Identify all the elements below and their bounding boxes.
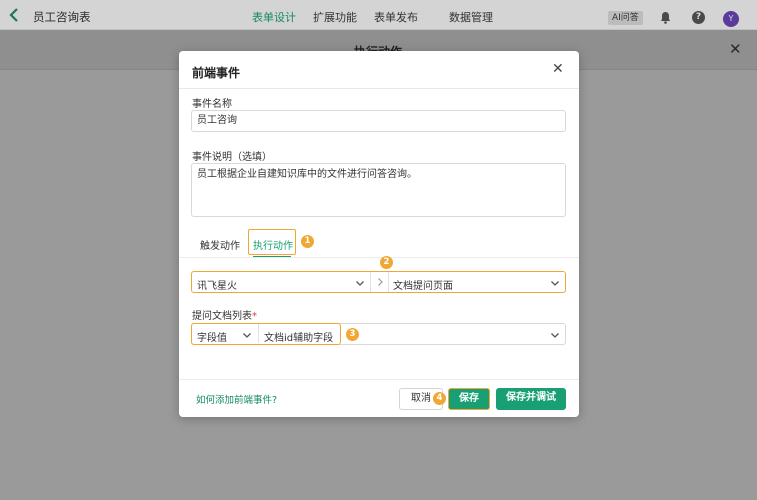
help-icon[interactable]: ? [692, 11, 705, 24]
panel-close-icon[interactable]: ✕ [729, 42, 742, 57]
doclist-label-text: 提问文档列表 [192, 311, 252, 322]
event-name-input[interactable]: 员工咨询 [191, 110, 566, 132]
save-button[interactable]: 保存 [448, 388, 490, 410]
frontend-event-dialog: 前端事件 ✕ 事件名称 员工咨询 事件说明（选填） 员工根据企业自建知识库中的文… [179, 51, 579, 417]
step-badge-2: 2 [380, 256, 393, 269]
event-name-label: 事件名称 [192, 99, 232, 110]
nav-data-management[interactable]: 数据管理 [449, 9, 493, 25]
main-nav: 表单设计 扩展功能 表单发布 数据管理 [252, 9, 510, 25]
chevron-right-icon [375, 277, 385, 287]
close-icon[interactable]: ✕ [552, 62, 564, 76]
chevron-down-icon[interactable] [355, 278, 365, 288]
chevron-down-icon[interactable] [242, 330, 252, 340]
divider [388, 272, 389, 292]
event-desc-value: 员工根据企业自建知识库中的文件进行问答咨询。 [197, 169, 417, 180]
nav-form-design[interactable]: 表单设计 [252, 9, 296, 25]
help-link[interactable]: 如何添加前端事件? [196, 392, 277, 406]
event-desc-label: 事件说明（选填） [192, 152, 272, 163]
save-and-debug-button[interactable]: 保存并调试 [496, 388, 566, 410]
ai-qa-button[interactable]: AI问答 [608, 11, 643, 25]
step-badge-3: 3 [346, 328, 359, 341]
dialog-title: 前端事件 [192, 66, 241, 80]
doclist-label: 提问文档列表* [192, 307, 257, 322]
app-title: 员工咨询表 [33, 10, 91, 24]
action-type-value[interactable]: 文档提问页面 [393, 277, 453, 292]
divider [370, 272, 371, 292]
action-provider-value[interactable]: 讯飞星火 [197, 277, 237, 292]
dialog-header: 前端事件 ✕ [179, 51, 579, 89]
step-badge-1: 1 [301, 235, 314, 248]
tab-execute-action[interactable]: 执行动作 [253, 237, 293, 252]
top-bar: 员工咨询表 表单设计 扩展功能 表单发布 数据管理 AI问答 ? Y [0, 0, 757, 30]
footer-divider [179, 379, 579, 380]
event-desc-textarea[interactable]: 员工根据企业自建知识库中的文件进行问答咨询。 [191, 163, 566, 217]
tabs-divider [179, 257, 579, 258]
avatar[interactable]: Y [723, 11, 739, 27]
nav-extensions[interactable]: 扩展功能 [313, 9, 357, 25]
divider [258, 324, 259, 343]
action-selector: 讯飞星火 文档提问页面 [191, 271, 566, 293]
doclist-source-group: 字段值 文档id辅助字段 [191, 323, 341, 345]
doclist-mode-value[interactable]: 字段值 [197, 329, 227, 344]
event-name-value: 员工咨询 [197, 115, 237, 126]
step-badge-4: 4 [433, 392, 446, 405]
bell-icon[interactable] [660, 11, 671, 27]
tab-trigger-action[interactable]: 触发动作 [200, 237, 240, 252]
back-arrow-icon[interactable] [8, 7, 22, 23]
doclist-field-tag[interactable]: 文档id辅助字段 [264, 329, 333, 344]
nav-publish[interactable]: 表单发布 [374, 9, 418, 25]
chevron-down-icon[interactable] [550, 278, 560, 288]
required-mark: * [252, 311, 257, 322]
chevron-down-icon[interactable] [550, 330, 560, 340]
